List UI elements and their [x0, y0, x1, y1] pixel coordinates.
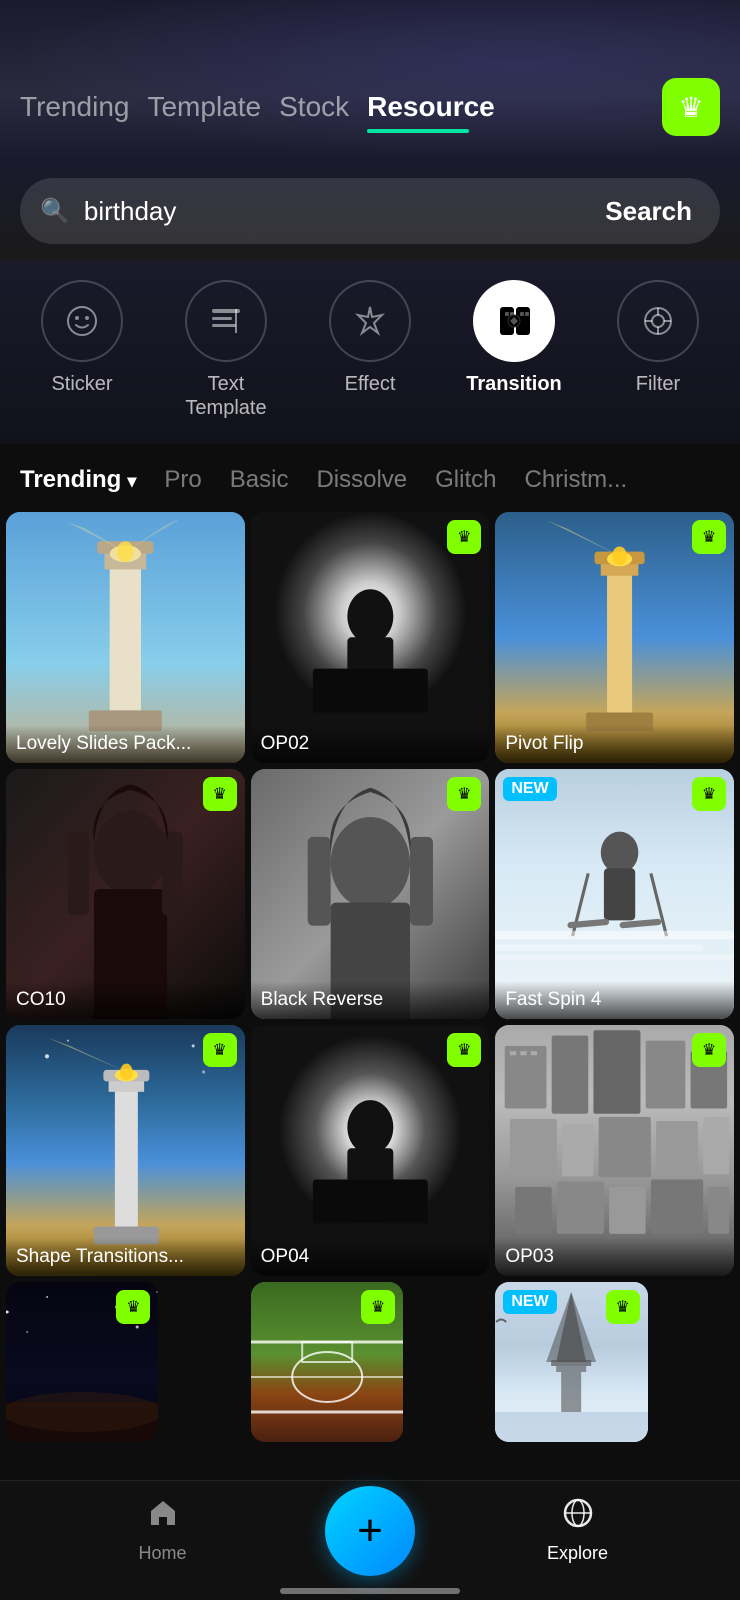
crown-badge-8: ♛: [447, 1033, 481, 1067]
grid-item-10[interactable]: ♛: [6, 1282, 158, 1442]
nav-tab-resource[interactable]: Resource: [367, 91, 513, 123]
crown-button[interactable]: ♛: [662, 78, 720, 136]
filter-tab-christmas[interactable]: Christm...: [525, 466, 628, 494]
home-indicator: [280, 1588, 460, 1594]
category-transition[interactable]: Transition: [464, 280, 564, 396]
crown-badge-10: ♛: [116, 1290, 150, 1324]
crown-badge-6: ♛: [692, 777, 726, 811]
grid-item-11[interactable]: ♛: [251, 1282, 403, 1442]
filter-label: Filter: [636, 372, 680, 396]
category-section: Sticker Text Template Effect: [0, 260, 740, 444]
grid-item-8[interactable]: ♛ OP04: [251, 1025, 490, 1276]
new-badge-12: NEW: [503, 1290, 556, 1314]
filter-tab-basic[interactable]: Basic: [230, 466, 289, 494]
search-input[interactable]: [84, 196, 577, 227]
grid-label-3: Pivot Flip: [495, 725, 734, 763]
search-button[interactable]: Search: [577, 178, 720, 244]
sticker-label: Sticker: [51, 372, 112, 396]
crown-badge-3: ♛: [692, 520, 726, 554]
effect-label: Effect: [345, 372, 396, 396]
grid-label-7: Shape Transitions...: [6, 1238, 245, 1276]
effect-icon-wrap: [329, 280, 411, 362]
filter-tab-dissolve[interactable]: Dissolve: [316, 466, 407, 494]
nav-tabs: Trending Template Stock Resource ♛: [20, 78, 720, 136]
crown-badge-4: ♛: [203, 777, 237, 811]
home-icon: [147, 1497, 179, 1537]
grid-label-6: Fast Spin 4: [495, 981, 734, 1019]
main-content: Trending▾ Pro Basic Dissolve Glitch Chri…: [0, 444, 740, 1562]
filter-tab-trending[interactable]: Trending▾: [20, 466, 136, 494]
crown-badge-7: ♛: [203, 1033, 237, 1067]
nav-tab-stock[interactable]: Stock: [279, 91, 367, 123]
category-row: Sticker Text Template Effect: [10, 280, 730, 420]
category-text-template[interactable]: Text Template: [176, 280, 276, 420]
search-icon: 🔍: [40, 197, 70, 226]
plus-icon: +: [357, 1509, 383, 1553]
explore-icon: [562, 1497, 594, 1537]
add-button[interactable]: +: [325, 1486, 415, 1576]
category-sticker[interactable]: Sticker: [32, 280, 132, 396]
new-badge-6: NEW: [503, 777, 556, 801]
sticker-icon-wrap: [41, 280, 123, 362]
nav-home[interactable]: Home: [0, 1497, 325, 1564]
grid-item-3[interactable]: ♛ Pivot Flip: [495, 512, 734, 763]
grid-label-8: OP04: [251, 1238, 490, 1276]
explore-label: Explore: [547, 1543, 608, 1564]
filter-tab-pro[interactable]: Pro: [164, 466, 201, 494]
grid-item-5[interactable]: ♛ Black Reverse: [251, 769, 490, 1020]
transition-icon-wrap: [473, 280, 555, 362]
text-template-icon-wrap: [185, 280, 267, 362]
filter-icon-wrap: [617, 280, 699, 362]
nav-explore[interactable]: Explore: [415, 1497, 740, 1564]
grid-item-9[interactable]: ♛ OP03: [495, 1025, 734, 1276]
bottom-nav: Home + Explore: [0, 1480, 740, 1600]
search-section: 🔍 Search: [0, 160, 740, 260]
grid-item-7[interactable]: ♛ Shape Transitions...: [6, 1025, 245, 1276]
grid-item-12[interactable]: NEW ♛: [495, 1282, 647, 1442]
grid-label-2: OP02: [251, 725, 490, 763]
crown-icon: ♛: [678, 91, 703, 124]
grid-item-6[interactable]: NEW ♛ Fast Spin 4: [495, 769, 734, 1020]
nav-tab-template[interactable]: Template: [147, 91, 279, 123]
filter-tabs: Trending▾ Pro Basic Dissolve Glitch Chri…: [0, 444, 740, 512]
grid-container: Lovely Slides Pack...: [0, 512, 740, 1442]
crown-badge-12: ♛: [606, 1290, 640, 1324]
grid-label-5: Black Reverse: [251, 981, 490, 1019]
grid-item-1[interactable]: Lovely Slides Pack...: [6, 512, 245, 763]
nav-tab-trending[interactable]: Trending: [20, 91, 147, 123]
text-template-label: Text Template: [185, 372, 266, 420]
crown-badge-9: ♛: [692, 1033, 726, 1067]
crown-badge-2: ♛: [447, 520, 481, 554]
grid-item-4[interactable]: ♛ CO10: [6, 769, 245, 1020]
category-effect[interactable]: Effect: [320, 280, 420, 396]
category-filter[interactable]: Filter: [608, 280, 708, 396]
search-bar: 🔍 Search: [20, 178, 720, 244]
grid-label-4: CO10: [6, 981, 245, 1019]
grid-label-9: OP03: [495, 1238, 734, 1276]
crown-badge-5: ♛: [447, 777, 481, 811]
crown-badge-11: ♛: [361, 1290, 395, 1324]
top-header: Trending Template Stock Resource ♛: [0, 0, 740, 160]
filter-tab-glitch[interactable]: Glitch: [435, 466, 496, 494]
grid-label-1: Lovely Slides Pack...: [6, 725, 245, 763]
grid-item-2[interactable]: ♛ OP02: [251, 512, 490, 763]
transition-label: Transition: [466, 372, 562, 396]
home-label: Home: [138, 1543, 186, 1564]
